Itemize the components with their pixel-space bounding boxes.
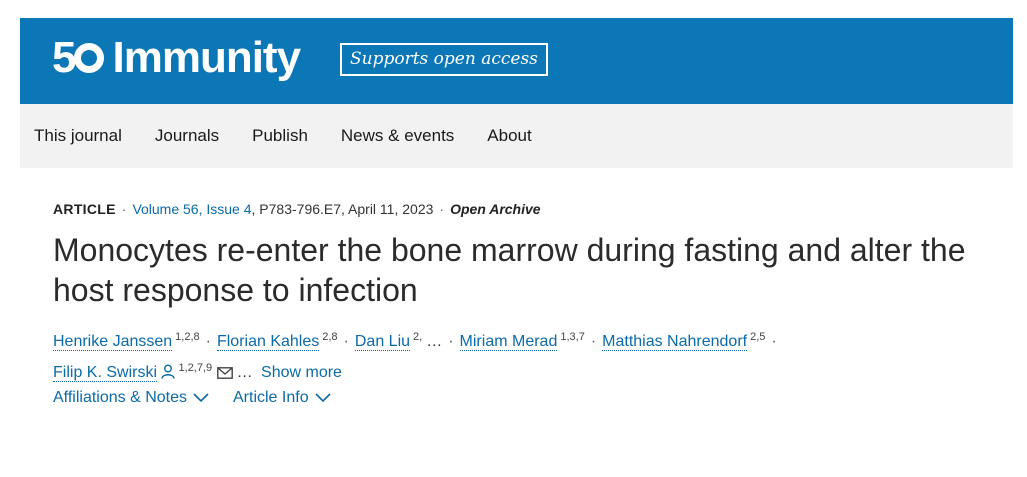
author-link[interactable]: Dan Liu — [354, 333, 411, 351]
author-affiliation-sup: 2,8 — [322, 331, 338, 343]
affiliations-notes-dropdown[interactable]: Affiliations & Notes — [53, 387, 209, 409]
anniversary-logo-mark: 50 5 — [52, 33, 105, 82]
nav-publish[interactable]: Publish — [252, 126, 308, 146]
chevron-down-icon — [193, 393, 209, 403]
authors-ellipsis: … — [236, 364, 253, 381]
author-affiliation-sup: 1,3,7 — [560, 331, 585, 343]
journal-logo[interactable]: 50 5 Immunity — [52, 33, 301, 82]
logo-ring-icon — [74, 43, 105, 73]
author-affiliation-sup: 1,2,8 — [175, 331, 200, 343]
nav-this-journal[interactable]: This journal — [34, 126, 122, 146]
separator: · — [343, 333, 349, 350]
article-meta: ARTICLE · Volume 56, Issue 4, P783-796.E7,… — [53, 200, 541, 218]
article-type: ARTICLE — [53, 201, 116, 217]
main-nav: This journal Journals Publish News & eve… — [20, 104, 1013, 168]
corresponding-author-icon — [161, 361, 176, 388]
author-affiliation-sup: 1,2,7,9 — [178, 362, 213, 374]
logo-five: 5 — [52, 33, 77, 82]
open-access-badge[interactable]: Supports open access — [340, 43, 548, 76]
email-icon[interactable] — [216, 361, 233, 388]
separator: · — [205, 333, 211, 350]
page: 50 5 Immunity Supports open access This … — [0, 0, 1027, 477]
separator: · — [439, 201, 445, 217]
pages-date: , P783-796.E7, April 11, 2023 — [251, 201, 434, 217]
article-title: Monocytes re-enter the bone marrow durin… — [53, 232, 966, 308]
author-link[interactable]: Henrike Janssen — [53, 333, 173, 351]
separator: · — [121, 201, 127, 217]
access-type: Open Archive — [450, 201, 541, 217]
article-info-dropdown[interactable]: Article Info — [233, 387, 331, 409]
authors-ellipsis: … — [426, 333, 443, 350]
author-affiliation-sup: 2, — [413, 331, 423, 343]
nav-about[interactable]: About — [487, 126, 531, 146]
author-link[interactable]: Florian Kahles — [216, 333, 320, 351]
separator: · — [771, 333, 777, 350]
journal-header: 50 5 Immunity Supports open access — [20, 18, 1013, 104]
issue-link[interactable]: Volume 56, Issue 4 — [132, 201, 251, 217]
author-link[interactable]: Filip K. Swirski — [53, 364, 158, 382]
article-links: Affiliations & Notes Article Info — [53, 387, 355, 409]
nav-journals[interactable]: Journals — [155, 126, 219, 146]
author-link[interactable]: Miriam Merad — [459, 333, 558, 351]
chevron-down-icon — [315, 393, 331, 403]
show-more-authors-button[interactable]: Show more — [261, 364, 342, 381]
separator: · — [448, 333, 454, 350]
journal-name: Immunity — [112, 33, 301, 82]
author-link[interactable]: Matthias Nahrendorf — [602, 333, 748, 351]
author-affiliation-sup: 2,5 — [750, 331, 766, 343]
separator: · — [590, 333, 597, 350]
author-list: Henrike Janssen 1,2,8 · Florian Kahles 2,8 · D… — [53, 324, 953, 388]
article-info-label: Article Info — [233, 389, 309, 406]
affiliations-notes-label: Affiliations & Notes — [53, 389, 187, 406]
nav-news-events[interactable]: News & events — [341, 126, 454, 146]
